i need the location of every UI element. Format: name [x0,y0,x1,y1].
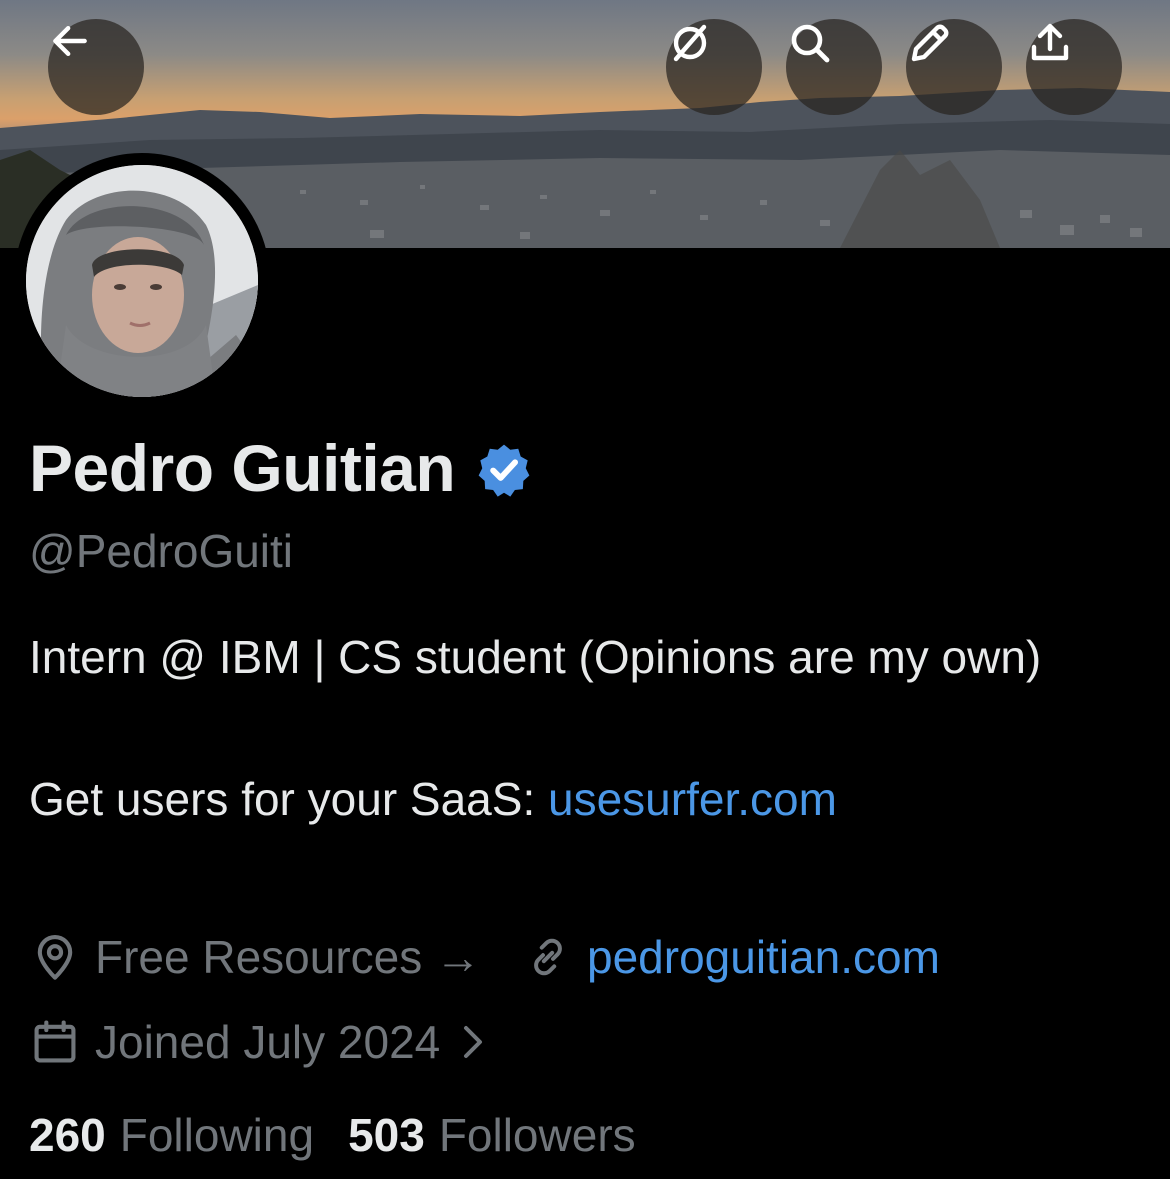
joined-text: Joined July 2024 [95,1016,441,1068]
bio: Intern @ IBM | CS student (Opinions are … [29,622,1139,835]
display-name: Pedro Guitian [29,431,456,505]
search-button[interactable] [786,19,882,115]
website-link[interactable]: pedroguitian.com [587,930,940,984]
bio-line: Intern @ IBM | CS student (Opinions are … [29,631,1042,683]
avatar[interactable] [26,165,258,397]
back-button[interactable] [48,19,144,115]
arrow-left-icon [53,25,87,57]
bio-link[interactable]: usesurfer.com [548,773,837,825]
user-handle: @PedroGuiti [29,525,294,577]
bio-line: Get users for your SaaS: usesurfer.com [29,764,1139,835]
avatar-photo [26,165,258,397]
verified-badge-icon[interactable] [475,441,533,499]
followers-link[interactable]: 503 Followers [348,1108,636,1162]
following-link[interactable]: 260 Following [29,1108,314,1162]
location-pin-icon [29,931,81,983]
following-count: 260 [29,1109,106,1161]
profile-meta-row: Free Resources → pedroguitian.com [29,927,940,987]
search-icon [791,24,830,63]
edit-button[interactable] [906,19,1002,115]
bio-text: Get users for your SaaS: [29,773,549,825]
name-row: Pedro Guitian [29,428,533,508]
following-label: Following [119,1109,315,1161]
share-icon [1031,23,1069,61]
share-button[interactable] [1026,19,1122,115]
link-icon [523,932,573,982]
chevron-right-icon [458,1022,488,1062]
followers-count: 503 [348,1109,425,1161]
translate-off-icon [673,24,707,62]
location-text: Free Resources → [95,931,482,983]
calendar-icon [29,1016,81,1068]
follow-stats: 260 Following 503 Followers [29,1108,636,1162]
followers-label: Followers [438,1109,636,1161]
joined-row[interactable]: Joined July 2024 [29,1012,502,1072]
avatar-ring [14,153,270,409]
translate-off-button[interactable] [666,19,762,115]
pencil-icon [911,24,949,62]
